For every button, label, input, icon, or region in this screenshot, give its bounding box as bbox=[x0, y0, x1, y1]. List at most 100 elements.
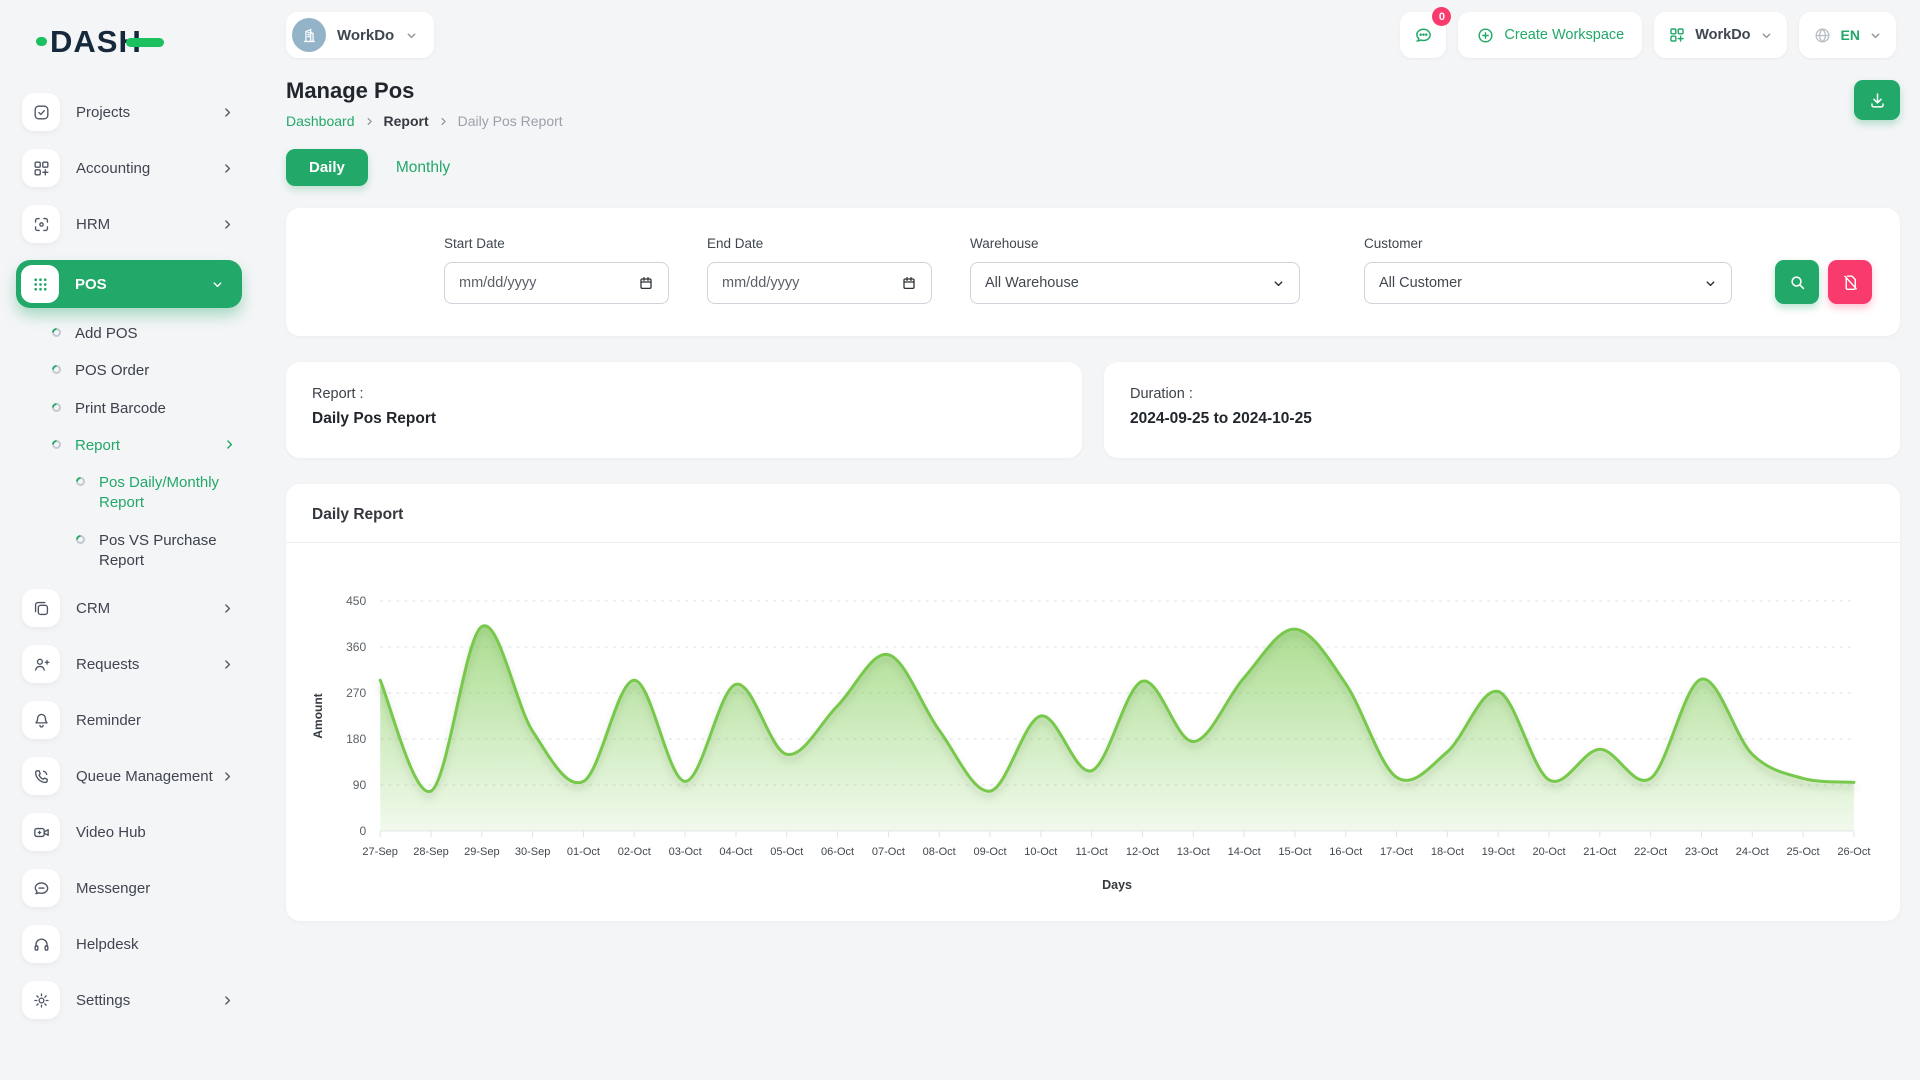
search-icon bbox=[1788, 273, 1807, 292]
sidebar-item-helpdesk[interactable]: Helpdesk bbox=[22, 924, 256, 964]
x-axis-tick-label: 13-Oct bbox=[1177, 846, 1210, 858]
sidebar-item-label: Video Hub bbox=[76, 824, 234, 841]
warehouse-field: Warehouse All Warehouse bbox=[970, 236, 1300, 304]
sidebar-item-reminder[interactable]: Reminder bbox=[22, 700, 256, 740]
headset-icon bbox=[22, 925, 60, 963]
sidebar-item-label: Projects bbox=[76, 104, 221, 121]
building-icon bbox=[300, 26, 319, 45]
chevron-down-icon bbox=[1760, 29, 1773, 42]
sidebar-item-hrm[interactable]: HRM bbox=[22, 204, 256, 244]
circle-plus-icon bbox=[1476, 26, 1495, 45]
sidebar-item-label: HRM bbox=[76, 216, 221, 233]
x-axis-tick-label: 02-Oct bbox=[618, 846, 651, 858]
chevron-right-icon bbox=[438, 116, 449, 127]
sidebar-item-label: Messenger bbox=[76, 880, 234, 897]
x-axis-tick-label: 12-Oct bbox=[1126, 846, 1159, 858]
x-axis-tick-label: 06-Oct bbox=[821, 846, 854, 858]
start-date-label: Start Date bbox=[444, 236, 669, 251]
sidebar-item-settings[interactable]: Settings bbox=[22, 980, 256, 1020]
sidebar-item-label: POS bbox=[75, 276, 211, 293]
report-tabs: Daily Monthly bbox=[286, 149, 1900, 186]
y-axis-tick-label: 90 bbox=[353, 778, 367, 792]
tab-monthly[interactable]: Monthly bbox=[396, 159, 450, 177]
page-header: Manage Pos Dashboard Report Daily Pos Re… bbox=[286, 78, 1900, 129]
language-selector[interactable]: EN bbox=[1799, 12, 1896, 58]
x-axis-tick-label: 16-Oct bbox=[1329, 846, 1362, 858]
sidebar-item-projects[interactable]: Projects bbox=[22, 92, 256, 132]
breadcrumb-dashboard[interactable]: Dashboard bbox=[286, 113, 355, 129]
x-axis-title: Days bbox=[1102, 878, 1132, 892]
filter-actions bbox=[1775, 260, 1872, 304]
download-report-button[interactable] bbox=[1854, 80, 1900, 120]
x-axis-tick-label: 17-Oct bbox=[1380, 846, 1413, 858]
end-date-label: End Date bbox=[707, 236, 932, 251]
x-axis-tick-label: 10-Oct bbox=[1024, 846, 1057, 858]
workspace-avatar bbox=[292, 18, 326, 52]
sidebar-item-requests[interactable]: Requests bbox=[22, 644, 256, 684]
sidebar-subitem-add-pos[interactable]: Add POS bbox=[52, 324, 256, 344]
chevron-right-icon bbox=[221, 658, 234, 671]
end-date-field: End Date bbox=[707, 236, 932, 304]
chevron-down-icon bbox=[405, 29, 418, 42]
report-summary-label: Report : bbox=[312, 386, 1056, 402]
workspace-switcher[interactable]: WorkDo bbox=[1654, 12, 1786, 58]
sidebar-subitem-pos-vs-purchase-report[interactable]: Pos VS Purchase Report bbox=[76, 531, 256, 572]
chart-container: 09018027036045027-Sep28-Sep29-Sep30-Sep0… bbox=[286, 543, 1900, 921]
sidebar-item-accounting[interactable]: Accounting bbox=[22, 148, 256, 188]
sidebar-subitem-report[interactable]: Report bbox=[52, 436, 256, 456]
chevron-down-icon bbox=[1704, 277, 1717, 290]
message-icon bbox=[22, 869, 60, 907]
breadcrumb-current: Daily Pos Report bbox=[458, 113, 563, 129]
bullet-ring-icon bbox=[50, 326, 63, 339]
end-date-input[interactable] bbox=[722, 275, 901, 291]
x-axis-tick-label: 24-Oct bbox=[1736, 846, 1769, 858]
chevron-right-icon bbox=[221, 218, 234, 231]
page-title: Manage Pos bbox=[286, 78, 1854, 104]
sidebar-item-crm[interactable]: CRM bbox=[22, 588, 256, 628]
brand-logo[interactable]: DASH bbox=[36, 20, 256, 62]
chevron-right-icon bbox=[221, 994, 234, 1007]
daily-report-area-chart[interactable]: 09018027036045027-Sep28-Sep29-Sep30-Sep0… bbox=[302, 559, 1886, 907]
bell-icon bbox=[22, 701, 60, 739]
sidebar-item-pos[interactable]: POS bbox=[16, 260, 242, 308]
bullet-ring-icon bbox=[50, 363, 63, 376]
logo-accent-bar bbox=[126, 38, 164, 47]
chevron-right-icon bbox=[221, 162, 234, 175]
bullet-ring-icon bbox=[74, 533, 87, 546]
page-content: Manage Pos Dashboard Report Daily Pos Re… bbox=[256, 58, 1920, 1080]
x-axis-tick-label: 03-Oct bbox=[669, 846, 702, 858]
page-header-left: Manage Pos Dashboard Report Daily Pos Re… bbox=[286, 78, 1854, 129]
sidebar-item-video-hub[interactable]: Video Hub bbox=[22, 812, 256, 852]
sidebar-item-label: Requests bbox=[76, 656, 221, 673]
tab-daily[interactable]: Daily bbox=[286, 149, 368, 186]
workspace-selector[interactable]: WorkDo bbox=[286, 12, 434, 58]
sidebar-subitem-pos-daily-monthly-report[interactable]: Pos Daily/Monthly Report bbox=[76, 473, 256, 514]
sidebar-subitem-pos-order[interactable]: POS Order bbox=[52, 361, 256, 381]
start-date-control bbox=[444, 262, 669, 304]
sidebar-subitem-label: Print Barcode bbox=[75, 399, 236, 419]
x-axis-tick-label: 07-Oct bbox=[872, 846, 905, 858]
y-axis-tick-label: 180 bbox=[346, 732, 366, 746]
report-summary-card: Report : Daily Pos Report bbox=[286, 362, 1082, 458]
calendar-icon[interactable] bbox=[901, 275, 917, 291]
x-axis-tick-label: 28-Sep bbox=[413, 846, 449, 858]
warehouse-select[interactable]: All Warehouse bbox=[970, 262, 1300, 304]
breadcrumb-report[interactable]: Report bbox=[384, 113, 429, 129]
sidebar-item-queue-management[interactable]: Queue Management bbox=[22, 756, 256, 796]
customer-select[interactable]: All Customer bbox=[1364, 262, 1732, 304]
workspace-switcher-label: WorkDo bbox=[1695, 27, 1750, 43]
reset-filters-button[interactable] bbox=[1828, 260, 1872, 304]
y-axis-tick-label: 360 bbox=[346, 640, 366, 654]
sidebar-subitem-print-barcode[interactable]: Print Barcode bbox=[52, 399, 256, 419]
calendar-icon[interactable] bbox=[638, 275, 654, 291]
sidebar-item-messenger[interactable]: Messenger bbox=[22, 868, 256, 908]
chevron-down-icon bbox=[1272, 277, 1285, 290]
create-workspace-button[interactable]: Create Workspace bbox=[1458, 12, 1642, 58]
start-date-input[interactable] bbox=[459, 275, 638, 291]
x-axis-tick-label: 08-Oct bbox=[923, 846, 956, 858]
file-slash-icon bbox=[1841, 273, 1860, 292]
sidebar-item-label: Accounting bbox=[76, 160, 221, 177]
bullet-ring-icon bbox=[74, 475, 87, 488]
search-button[interactable] bbox=[1775, 260, 1819, 304]
messages-button[interactable]: 0 bbox=[1400, 12, 1446, 58]
